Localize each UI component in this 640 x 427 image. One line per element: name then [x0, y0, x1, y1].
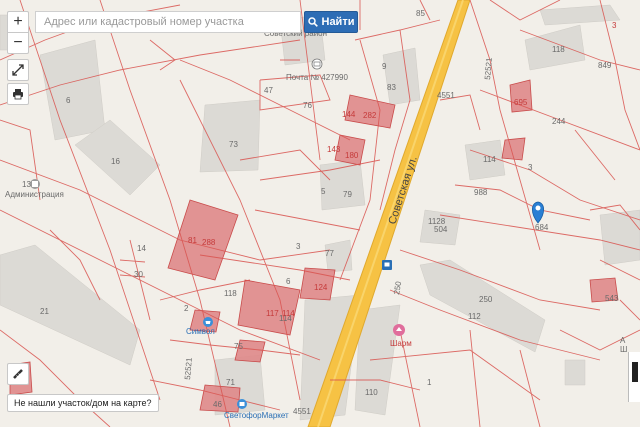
find-button-label: Найти [321, 16, 355, 28]
parcel-number: 114 [282, 309, 295, 318]
zoom-in-label: + [13, 13, 23, 30]
building-icon [30, 179, 40, 189]
house-number: 71 [226, 378, 235, 387]
house-number: 988 [474, 188, 488, 197]
parcel-number: 180 [345, 151, 359, 160]
print-button[interactable] [7, 83, 29, 105]
parcel-number: 81 [188, 236, 197, 245]
parcel-number: 117 [266, 309, 279, 318]
parcel-number: 144 [342, 110, 356, 119]
parcel-number: 288 [202, 238, 216, 247]
beauty-icon [393, 324, 405, 336]
house-number: 244 [552, 117, 566, 126]
house-number: 76 [303, 101, 312, 110]
house-number: 85 [416, 9, 425, 18]
house-number: 3 [296, 242, 301, 251]
print-icon [13, 89, 23, 100]
poi-edge-label: А [620, 336, 626, 345]
house-number: 250 [479, 295, 493, 304]
house-number: 47 [264, 86, 273, 95]
fullscreen-button[interactable] [7, 59, 29, 81]
house-number: 21 [40, 307, 49, 316]
poi-post-office-label: Почта № 427990 [286, 73, 348, 82]
house-number: 6 [286, 277, 291, 286]
parcel-number: 695 [514, 98, 528, 107]
house-number: 684 [535, 223, 549, 232]
cadastral-map[interactable]: 85 6 9 83 118 849 47 76 73 16 13 5 79 24… [0, 0, 640, 427]
search-icon [307, 17, 318, 27]
house-number: 504 [434, 225, 448, 234]
bus-stop-icon [382, 260, 392, 270]
house-number: 110 [365, 388, 378, 397]
poi-edge-label: Ш [620, 345, 627, 354]
poi-svetofor-label: СветофорМаркет [224, 411, 289, 420]
house-number: 16 [111, 157, 120, 166]
house-number: 1 [427, 378, 432, 387]
house-number: 4551 [293, 407, 311, 416]
shop-icon [203, 317, 213, 327]
house-number: 543 [605, 294, 619, 303]
house-number: 4551 [437, 91, 455, 100]
house-number: 73 [229, 140, 238, 149]
house-number: 77 [325, 249, 334, 258]
measure-button[interactable] [7, 363, 29, 385]
house-number: 2 [184, 304, 189, 313]
house-number: 118 [552, 45, 565, 54]
house-number: 6 [66, 96, 71, 105]
search-input[interactable] [35, 11, 301, 33]
house-number: 3 [528, 163, 533, 172]
parcel-number: 282 [363, 111, 377, 120]
fullscreen-icon [12, 64, 24, 76]
house-number: 5 [321, 187, 326, 196]
post-icon [311, 58, 323, 70]
zoom-out-button[interactable]: − [7, 32, 29, 54]
side-panel-tab[interactable] [628, 352, 640, 402]
parcel-number: 124 [314, 283, 328, 292]
house-number: 14 [137, 244, 146, 253]
house-number: 75 [234, 342, 243, 351]
house-number: 30 [134, 270, 143, 279]
zoom-in-button[interactable]: + [7, 11, 29, 33]
find-button[interactable]: Найти [304, 11, 358, 33]
ruler-icon [13, 369, 23, 379]
poi-administration-label: Администрация [5, 190, 64, 199]
not-found-label: Не нашли участок/дом на карте? [14, 398, 152, 408]
house-number: 112 [468, 312, 481, 321]
store-icon [237, 399, 247, 409]
panel-handle [632, 362, 638, 382]
parcel-number: 3 [612, 21, 617, 30]
house-number: 118 [224, 289, 237, 298]
house-number: 114 [483, 155, 496, 164]
house-number: 46 [213, 400, 222, 409]
poi-simvol-label: Символ [186, 327, 215, 336]
house-number: 83 [387, 83, 396, 92]
house-number: 9 [382, 62, 387, 71]
house-number: 849 [598, 61, 612, 70]
parcel-number: 143 [327, 145, 341, 154]
zoom-out-label: − [13, 34, 23, 51]
house-number: 79 [343, 190, 352, 199]
not-found-link[interactable]: Не нашли участок/дом на карте? [7, 394, 159, 412]
poi-sharm-label: Шарм [390, 339, 412, 348]
